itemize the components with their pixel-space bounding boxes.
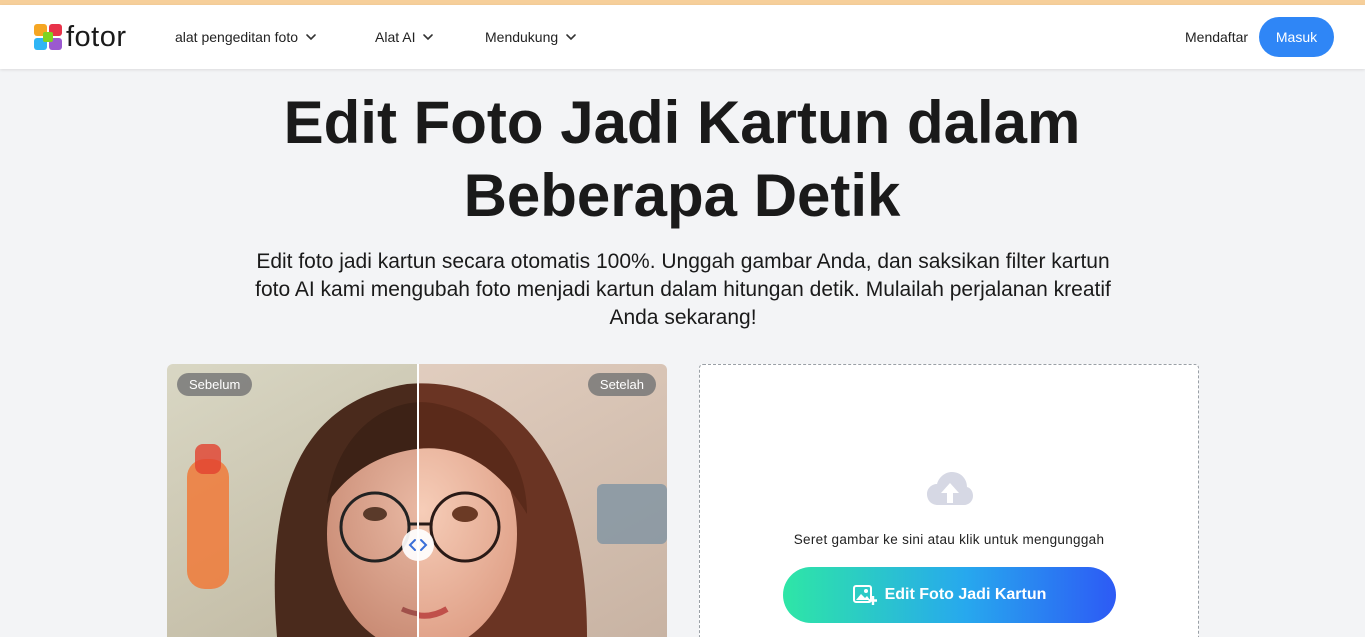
chevron-down-icon xyxy=(423,34,434,41)
upload-hint: Seret gambar ke sini atau klik untuk men… xyxy=(793,532,1105,547)
upload-dropzone[interactable]: Seret gambar ke sini atau klik untuk men… xyxy=(699,364,1199,637)
cartoonize-button-label: Edit Foto Jadi Kartun xyxy=(884,586,1047,603)
add-image-icon xyxy=(852,585,877,605)
after-label: Setelah xyxy=(587,373,656,396)
slider-arrows-icon xyxy=(408,539,428,551)
cloud-upload-icon xyxy=(927,472,973,505)
logo-text: fotor xyxy=(66,21,127,53)
nav-ai-tools[interactable]: Alat AI xyxy=(375,27,435,47)
site-header: fotor alat pengeditan foto Alat AI Mendu… xyxy=(0,5,1365,69)
page-title: Edit Foto Jadi Kartun dalam Beberapa Det… xyxy=(283,89,1081,229)
comparison-divider[interactable] xyxy=(417,364,419,637)
chevron-down-icon xyxy=(566,34,576,41)
comparison-slider-handle[interactable] xyxy=(402,529,434,561)
before-label: Sebelum xyxy=(177,373,253,396)
nav-photo-editing-tools[interactable]: alat pengeditan foto xyxy=(175,27,318,47)
cartoonize-button[interactable]: Edit Foto Jadi Kartun xyxy=(783,567,1116,623)
page-subtitle: Edit foto jadi kartun secara otomatis 10… xyxy=(255,250,1111,329)
fotor-logo-icon xyxy=(34,24,62,50)
nav-label: alat pengeditan foto xyxy=(175,29,298,45)
fotor-logo[interactable]: fotor xyxy=(34,21,127,53)
signup-link[interactable]: Mendaftar xyxy=(1185,27,1248,47)
nav-label: Alat AI xyxy=(375,29,416,45)
nav-label: Mendukung xyxy=(485,29,559,45)
before-after-comparison[interactable]: Sebelum Setelah xyxy=(167,364,667,637)
chevron-down-icon xyxy=(306,34,316,41)
login-button[interactable]: Masuk xyxy=(1259,17,1334,57)
nav-support[interactable]: Mendukung xyxy=(485,27,578,47)
